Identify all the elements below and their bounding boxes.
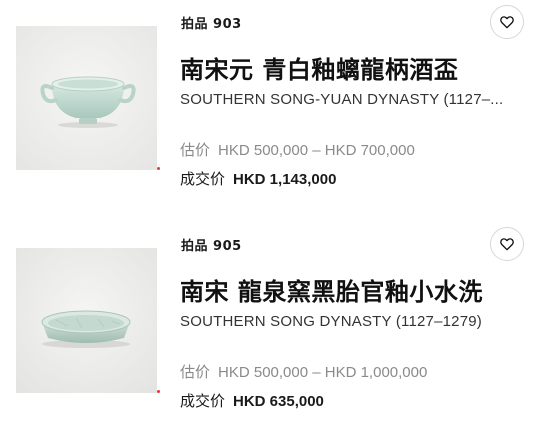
indicator-dot [157, 167, 160, 170]
lot-title[interactable]: 南宋元 青白釉螭龍柄酒盃 [180, 50, 458, 85]
lot-card[interactable]: 拍品 905 南宋 龍泉窯黑胎官釉小水洗 SOUTHERN SONG DYNAS… [0, 222, 540, 422]
lot-image[interactable] [16, 26, 157, 170]
lot-card[interactable]: 拍品 903 南宋元 青白釉螭龍柄酒盃 SOUTHERN SONG-YUAN D… [0, 0, 540, 200]
celadon-cup-image [16, 26, 157, 170]
sold-price-label: 成交价 [180, 393, 226, 410]
estimate-label: 估价 [180, 142, 211, 159]
lot-number: 拍品 905 [181, 239, 242, 254]
celadon-washer-image [16, 248, 157, 393]
heart-outline-icon [500, 16, 514, 29]
estimate-label: 估价 [180, 364, 211, 381]
favorite-button[interactable] [490, 5, 524, 39]
indicator-dot [157, 390, 160, 393]
sold-price-row: 成交价 HKD 1,143,000 [180, 168, 336, 189]
lot-title[interactable]: 南宋 龍泉窯黑胎官釉小水洗 [180, 272, 483, 307]
sold-price-value: HKD 635,000 [233, 393, 324, 410]
estimate-row: 估价 HKD 500,000 – HKD 700,000 [180, 139, 415, 160]
favorite-button[interactable] [490, 227, 524, 261]
lot-subtitle: SOUTHERN SONG-YUAN DYNASTY (1127–... [180, 91, 504, 108]
sold-price-value: HKD 1,143,000 [233, 171, 337, 188]
sold-price-label: 成交价 [180, 171, 226, 188]
heart-outline-icon [500, 238, 514, 251]
estimate-value: HKD 500,000 – HKD 700,000 [218, 142, 415, 159]
estimate-value: HKD 500,000 – HKD 1,000,000 [218, 364, 428, 381]
lot-subtitle: SOUTHERN SONG DYNASTY (1127–1279) [180, 313, 482, 330]
estimate-row: 估价 HKD 500,000 – HKD 1,000,000 [180, 361, 427, 382]
lot-number: 拍品 903 [181, 17, 242, 32]
lot-image[interactable] [16, 248, 157, 393]
sold-price-row: 成交价 HKD 635,000 [180, 390, 324, 411]
